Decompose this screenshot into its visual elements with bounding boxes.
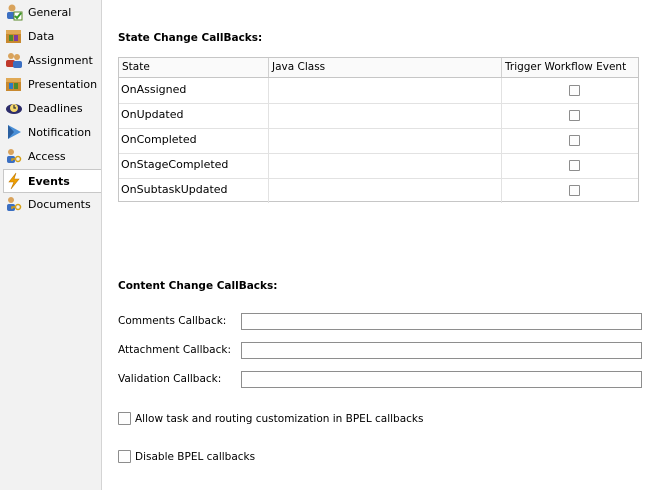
disable-bpel-label: Disable BPEL callbacks <box>135 450 256 463</box>
state-cell: OnStageCompleted <box>121 158 229 171</box>
java-class-cell[interactable] <box>268 153 501 178</box>
column-header-trigger-workflow-event[interactable]: Trigger Workflow Event <box>501 58 638 77</box>
table-header: State Java Class Trigger Workflow Event <box>119 58 638 78</box>
sidebar-item-label: Notification <box>28 125 92 139</box>
disable-bpel-checkbox[interactable] <box>118 450 131 463</box>
table-row[interactable]: OnStageCompleted <box>119 153 638 179</box>
table-row[interactable]: OnAssigned <box>119 78 638 104</box>
deadlines-icon <box>4 98 24 118</box>
table-row[interactable]: OnSubtaskUpdated <box>119 178 638 203</box>
general-icon <box>4 2 24 22</box>
sidebar-item-presentation[interactable]: Presentation <box>4 73 100 95</box>
events-icon <box>4 171 24 191</box>
state-callbacks-table: State Java Class Trigger Workflow Event … <box>118 57 639 203</box>
state-cell: OnAssigned <box>121 83 187 96</box>
comments-callback-label: Comments Callback: <box>118 315 227 327</box>
sidebar-item-label: Assignment <box>28 53 93 67</box>
state-cell: OnCompleted <box>121 133 197 146</box>
sidebar-item-documents[interactable]: Documents <box>4 193 100 215</box>
sidebar-item-label: Access <box>28 149 66 163</box>
trigger-cell <box>501 78 638 103</box>
presentation-icon <box>4 74 24 94</box>
allow-customization-option[interactable]: Allow task and routing customization in … <box>118 412 423 425</box>
attachment-callback-input[interactable] <box>241 342 642 359</box>
attachment-callback-label: Attachment Callback: <box>118 344 231 356</box>
trigger-checkbox[interactable] <box>569 110 580 121</box>
content-callbacks-title: Content Change CallBacks: <box>118 280 278 292</box>
column-header-state[interactable]: State <box>119 58 268 77</box>
java-class-cell[interactable] <box>268 103 501 128</box>
java-class-cell[interactable] <box>268 178 501 203</box>
trigger-cell <box>501 128 638 153</box>
column-header-java-class[interactable]: Java Class <box>268 58 501 77</box>
sidebar-item-access[interactable]: Access <box>4 145 100 167</box>
allow-customization-checkbox[interactable] <box>118 412 131 425</box>
sidebar-item-deadlines[interactable]: Deadlines <box>4 97 100 119</box>
sidebar-item-events[interactable]: Events <box>3 169 101 193</box>
java-class-cell[interactable] <box>268 128 501 153</box>
sidebar-item-general[interactable]: General <box>4 1 100 23</box>
sidebar-item-notification[interactable]: Notification <box>4 121 100 143</box>
validation-callback-input[interactable] <box>241 371 642 388</box>
documents-icon <box>4 194 24 214</box>
notification-icon <box>4 122 24 142</box>
disable-bpel-option[interactable]: Disable BPEL callbacks <box>118 450 255 463</box>
sidebar: General Data Assignment Presentation Dea… <box>0 0 102 490</box>
state-cell: OnUpdated <box>121 108 184 121</box>
sidebar-item-label: Events <box>28 174 70 188</box>
sidebar-item-label: Deadlines <box>28 101 83 115</box>
state-cell: OnSubtaskUpdated <box>121 183 228 196</box>
access-icon <box>4 146 24 166</box>
trigger-checkbox[interactable] <box>569 135 580 146</box>
trigger-cell <box>501 178 638 203</box>
assignment-icon <box>4 50 24 70</box>
sidebar-item-data[interactable]: Data <box>4 25 100 47</box>
sidebar-item-label: Data <box>28 29 55 43</box>
java-class-cell[interactable] <box>268 78 501 103</box>
allow-customization-label: Allow task and routing customization in … <box>135 412 424 425</box>
sidebar-item-label: Documents <box>28 197 91 211</box>
table-row[interactable]: OnCompleted <box>119 128 638 154</box>
sidebar-item-label: General <box>28 5 72 19</box>
events-panel: State Change CallBacks: State Java Class… <box>101 0 659 490</box>
trigger-checkbox[interactable] <box>569 85 580 96</box>
trigger-cell <box>501 153 638 178</box>
trigger-checkbox[interactable] <box>569 185 580 196</box>
sidebar-item-assignment[interactable]: Assignment <box>4 49 100 71</box>
trigger-cell <box>501 103 638 128</box>
state-callbacks-title: State Change CallBacks: <box>118 32 263 44</box>
table-row[interactable]: OnUpdated <box>119 103 638 129</box>
data-icon <box>4 26 24 46</box>
validation-callback-label: Validation Callback: <box>118 373 222 385</box>
trigger-checkbox[interactable] <box>569 160 580 171</box>
comments-callback-input[interactable] <box>241 313 642 330</box>
sidebar-item-label: Presentation <box>28 77 98 91</box>
